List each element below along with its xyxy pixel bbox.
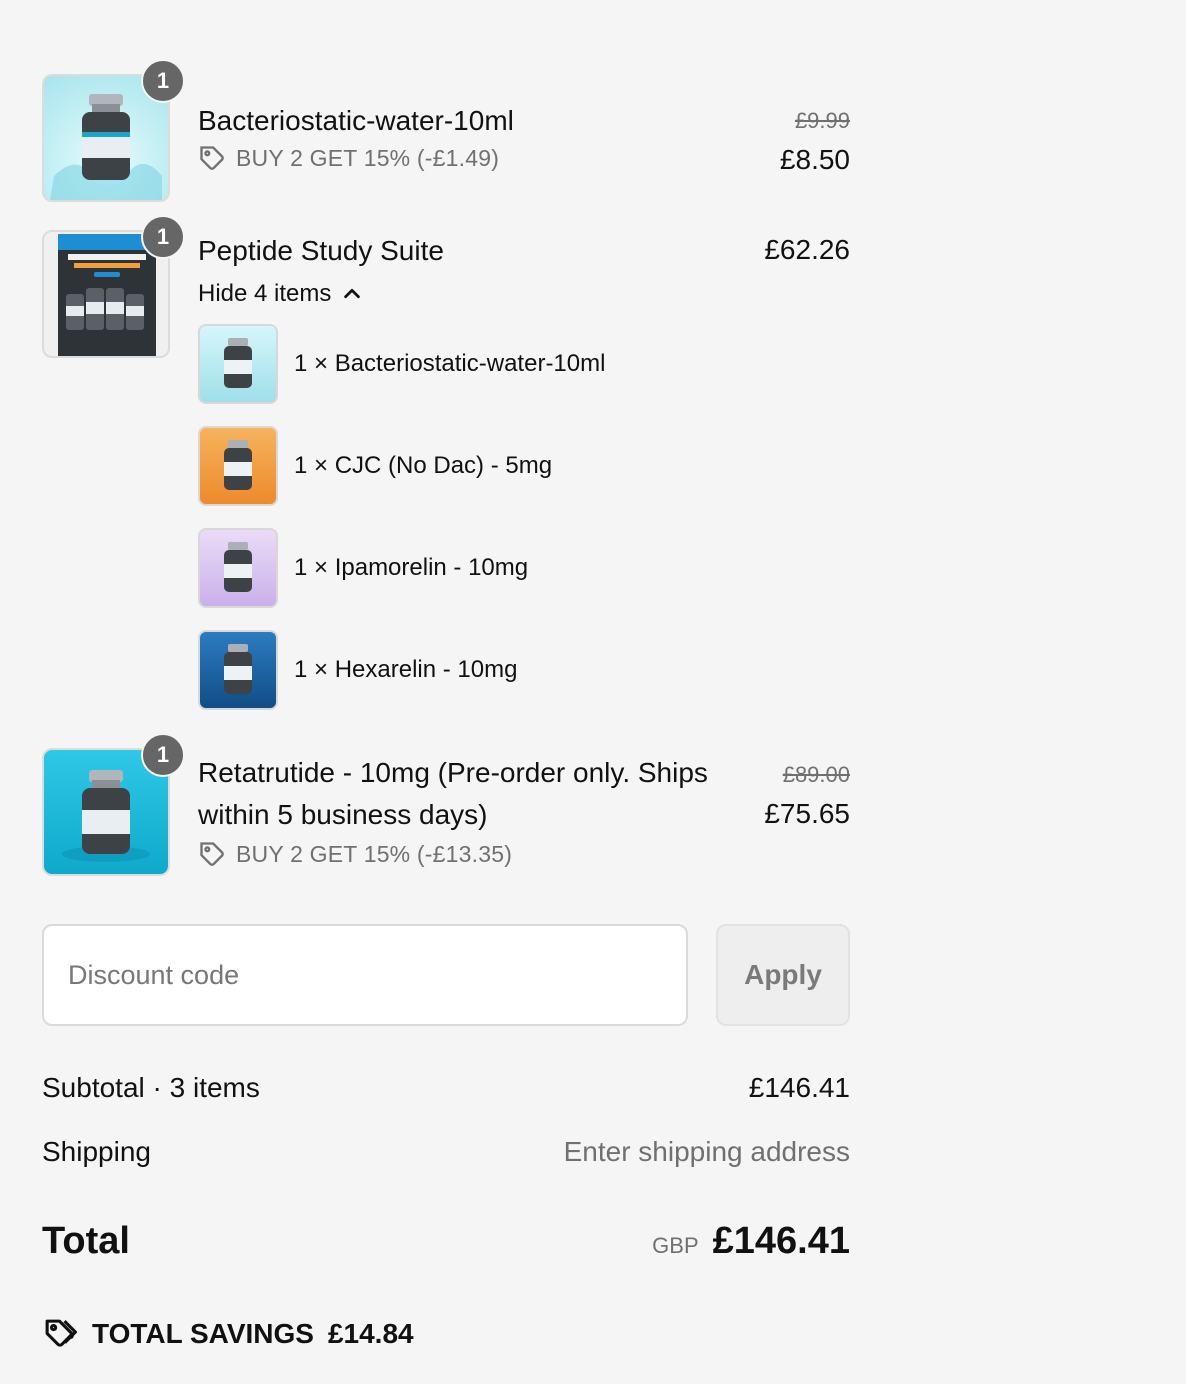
promo-text: BUY 2 GET 15% (-£1.49) — [236, 144, 500, 171]
total-row: Total GBP £146.41 — [42, 1220, 850, 1263]
savings-label: TOTAL SAVINGS — [92, 1318, 314, 1349]
product-thumbnail-wrapper: 1 — [42, 59, 185, 202]
total-amount-group: GBP £146.41 — [652, 1220, 850, 1263]
component-label: 1 × CJC (No Dac) - 5mg — [294, 452, 553, 479]
product-thumbnail-wrapper: 1 — [42, 215, 185, 358]
component-image — [198, 426, 278, 506]
bundle-component: 1 × Bacteriostatic-water-10ml — [198, 324, 605, 404]
component-label: 1 × Bacteriostatic-water-10ml — [294, 350, 606, 377]
product-title: Retatrutide - 10mg (Pre-order only. Ship… — [198, 757, 708, 830]
component-image — [198, 630, 278, 710]
tag-icon — [200, 842, 224, 866]
double-tag-icon — [45, 1319, 77, 1347]
discount-code-input[interactable] — [42, 924, 688, 1026]
quantity-badge: 1 — [141, 733, 185, 777]
item-price: £8.50 — [779, 144, 850, 175]
shipping-value: Enter shipping address — [563, 1136, 850, 1167]
toggle-bundle-items-button[interactable]: Hide 4 items — [198, 280, 363, 308]
promo-text: BUY 2 GET 15% (-£13.35) — [236, 840, 513, 867]
line-item-peptide-study-suite: 1 Peptide Study Suite £62.26 Hide 4 item… — [42, 215, 850, 720]
currency-code: GBP — [652, 1233, 699, 1258]
bundle-component: 1 × Ipamorelin - 10mg — [198, 528, 528, 608]
promo-discount: BUY 2 GET 15% (-£13.35) — [198, 840, 512, 868]
savings-value: £14.84 — [327, 1318, 414, 1349]
product-title: Bacteriostatic-water-10ml — [198, 105, 514, 136]
line-item-retatrutide: 1 Retatrutide - 10mg (Pre-order only. Sh… — [42, 733, 850, 878]
item-price: £75.65 — [764, 798, 850, 829]
product-thumbnail-wrapper: 1 — [42, 733, 185, 876]
total-savings: TOTAL SAVINGS £14.84 — [42, 1316, 414, 1352]
original-price: £9.99 — [794, 108, 850, 133]
product-title: Peptide Study Suite — [198, 235, 444, 266]
quantity-badge: 1 — [141, 59, 185, 103]
toggle-label: Hide 4 items — [198, 280, 332, 307]
line-item-bacteriostatic-water: 1 Bacteriostatic-water-10ml BUY 2 GET 15… — [42, 59, 850, 204]
quantity-badge: 1 — [141, 215, 185, 259]
component-image — [198, 528, 278, 608]
bundle-component: 1 × Hexarelin - 10mg — [198, 630, 517, 710]
subtotal-row: Subtotal · 3 items £146.41 — [42, 1072, 850, 1104]
apply-discount-button[interactable]: Apply — [716, 924, 850, 1026]
chevron-up-icon — [344, 288, 361, 299]
component-label: 1 × Ipamorelin - 10mg — [294, 554, 529, 581]
promo-discount: BUY 2 GET 15% (-£1.49) — [198, 144, 499, 172]
component-image — [198, 324, 278, 404]
total-value: £146.41 — [712, 1220, 850, 1262]
bundle-component: 1 × CJC (No Dac) - 5mg — [198, 426, 552, 506]
original-price: £89.00 — [782, 762, 850, 787]
shipping-label: Shipping — [42, 1136, 151, 1167]
item-price: £62.26 — [764, 234, 850, 265]
component-label: 1 × Hexarelin - 10mg — [294, 656, 518, 683]
subtotal-label: Subtotal · 3 items — [42, 1072, 260, 1103]
shipping-row: Shipping Enter shipping address — [42, 1136, 850, 1168]
total-label: Total — [42, 1220, 130, 1262]
subtotal-value: £146.41 — [748, 1072, 850, 1103]
tag-icon — [200, 146, 224, 170]
